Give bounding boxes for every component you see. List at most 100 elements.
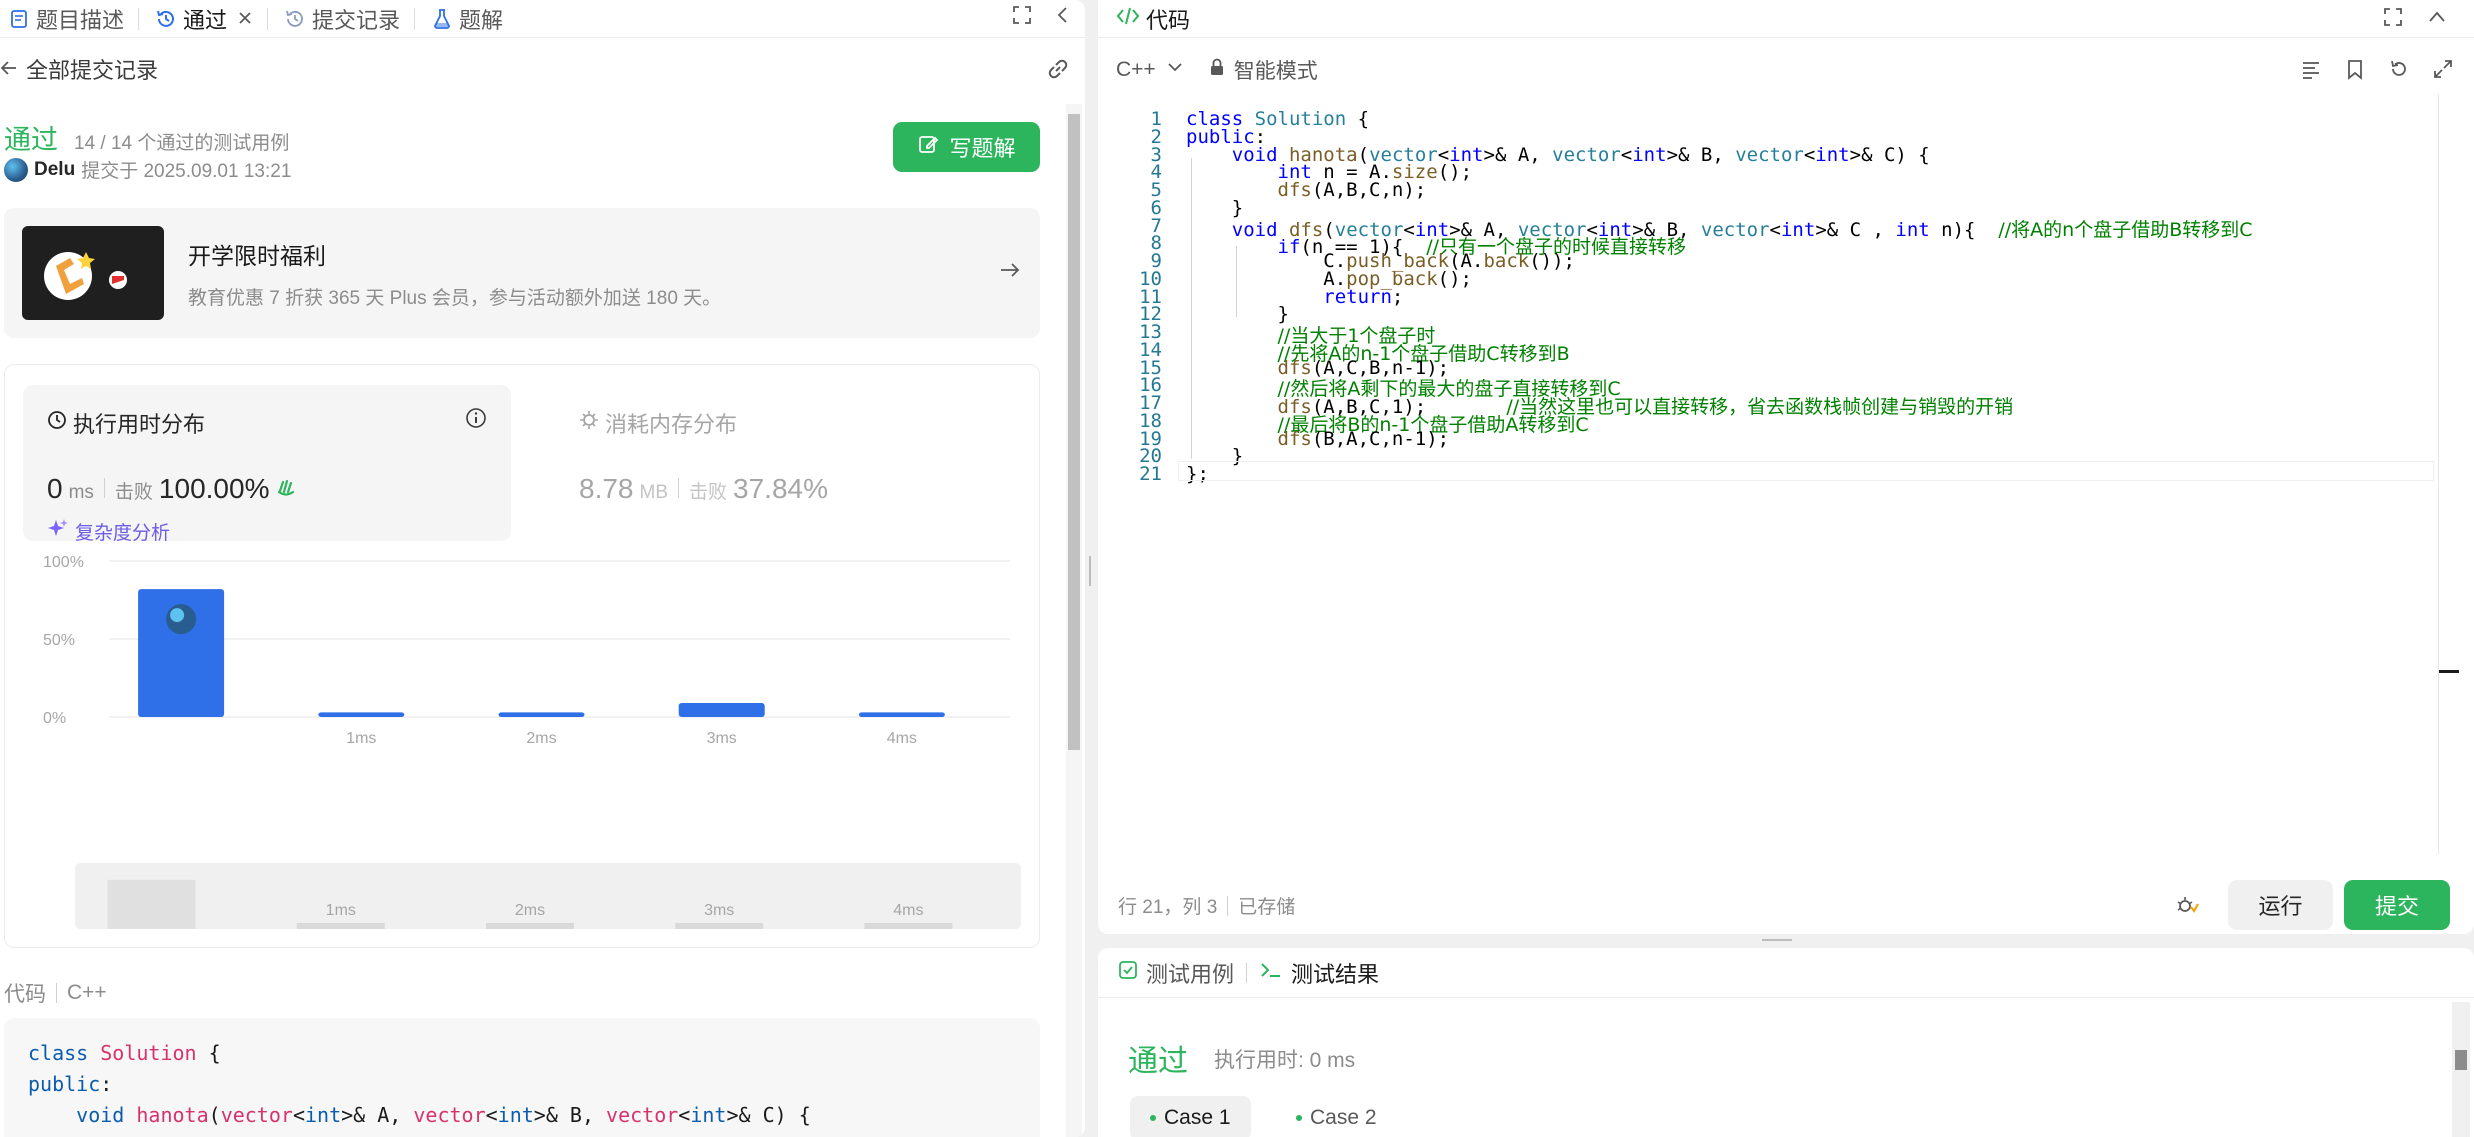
left-scrollbar[interactable]	[1066, 104, 1082, 1137]
collapse-left-icon[interactable]	[1055, 4, 1071, 32]
runtime-bar[interactable]	[318, 712, 405, 717]
format-icon[interactable]	[2300, 58, 2322, 86]
indent-guide	[1191, 228, 1192, 460]
back-arrow-icon[interactable]	[0, 56, 16, 82]
memory-value: 8.78	[579, 473, 634, 504]
language-select[interactable]: C++	[1116, 58, 1184, 82]
splitter-grip	[1089, 556, 1091, 586]
promo-image	[22, 226, 164, 320]
code-editor-panel: 代码 C++ 智能模式 1 class Solution {2 public:…	[1098, 0, 2474, 934]
pass-dot	[1296, 1115, 1302, 1121]
code-editor[interactable]: 1 class Solution {2 public: 3 void hanota(v…	[1098, 108, 2474, 714]
tab-divider	[414, 7, 416, 30]
tab-test-result[interactable]: 测试结果	[1259, 957, 1379, 989]
run-button[interactable]: 运行	[2228, 880, 2333, 930]
submit-button[interactable]: 提交	[2344, 880, 2450, 930]
debug-icon[interactable]	[2174, 893, 2200, 924]
memory-card[interactable]: 消耗内存分布 8.78 MB 击败 37.84%	[555, 385, 1015, 541]
x-tick-label: 1ms	[346, 730, 376, 747]
description-icon	[6, 6, 32, 32]
code-language-row: 代码 C++	[4, 978, 107, 1008]
submitted-code-preview: class Solution {public: void hanota(vect…	[4, 1018, 1040, 1137]
all-submissions-link[interactable]: 全部提交记录	[26, 53, 158, 85]
tab-accepted[interactable]: 通过	[147, 0, 259, 38]
runtime-card[interactable]: 执行用时分布 0 ms 击败 100.00% 复杂度分析	[23, 385, 511, 544]
link-icon[interactable]	[1045, 56, 1071, 88]
case-tab-1[interactable]: Case 1	[1130, 1096, 1251, 1137]
tab-label: 测试结果	[1291, 961, 1380, 987]
tab-description[interactable]: 题目描述	[0, 0, 130, 38]
test-scrollbar[interactable]	[2452, 1002, 2470, 1137]
cursor-marker	[2439, 670, 2459, 673]
bookmark-icon[interactable]	[2344, 58, 2366, 86]
range-bar	[296, 923, 385, 929]
save-status: 已存储	[1238, 897, 1296, 918]
info-icon[interactable]	[465, 407, 487, 434]
x-tick-label: 3ms	[707, 730, 737, 747]
checkbox-icon	[1118, 960, 1138, 986]
chevron-up-icon[interactable]	[2426, 6, 2448, 34]
editor-scrollbar[interactable]	[2438, 94, 2459, 854]
code-line: public:	[28, 1072, 113, 1096]
promo-banner[interactable]: 开学限时福利 教育优惠 7 折获 365 天 Plus 会员，参与活动额外加送 …	[4, 208, 1040, 338]
memory-beat-value: 37.84%	[733, 473, 828, 504]
performance-stats: 执行用时分布 0 ms 击败 100.00% 复杂度分析 消耗内存分布 8.78…	[4, 364, 1040, 948]
tab-label: 测试用例	[1146, 961, 1235, 987]
scroll-thumb[interactable]	[1068, 114, 1080, 750]
sparkle-icon	[47, 517, 69, 545]
submission-panel: 题目描述 通过 提交记录 题解 全部提交记录 通过 14 / 14 个通过的测试…	[0, 0, 1085, 1137]
chart-range-selector[interactable]: 1ms 2ms 3ms 4ms	[75, 863, 1021, 929]
range-bar	[107, 879, 196, 929]
chip-icon	[579, 410, 599, 436]
runtime-title: 执行用时分布	[73, 412, 206, 437]
edit-icon	[917, 133, 939, 161]
horizontal-splitter[interactable]	[1098, 934, 2474, 948]
memory-beat-label: 击败	[689, 482, 728, 503]
range-mini-chart: 1ms 2ms 3ms 4ms	[107, 879, 953, 929]
runtime-bar[interactable]	[858, 712, 945, 717]
language-value: C++	[1116, 58, 1156, 81]
memory-value-row: 8.78 MB 击败 37.84%	[579, 473, 828, 505]
close-icon[interactable]	[237, 6, 253, 32]
runtime-beat-label: 击败	[114, 482, 153, 503]
splitter-grip	[1762, 939, 1792, 941]
write-solution-button[interactable]: 写题解	[893, 122, 1040, 172]
case-tab-2[interactable]: Case 2	[1276, 1096, 1397, 1137]
expand-icon[interactable]	[2432, 58, 2454, 86]
tab-test-cases[interactable]: 测试用例	[1118, 957, 1234, 989]
avatar[interactable]	[4, 157, 28, 182]
y-tick-label: 0%	[43, 710, 66, 727]
fullscreen-icon[interactable]	[2382, 6, 2404, 34]
case-label: Case 1	[1164, 1106, 1231, 1129]
runtime-bar[interactable]	[498, 712, 585, 717]
x-tick-label: 2ms	[526, 730, 556, 747]
runtime-beat-value: 100.00%	[158, 473, 270, 504]
y-tick-label: 100%	[43, 554, 84, 571]
runtime-unit: ms	[68, 482, 94, 503]
tab-solutions[interactable]: 题解	[423, 0, 509, 38]
test-runtime: 执行用时: 0 ms	[1214, 1049, 1356, 1072]
clock-icon	[282, 6, 308, 32]
smart-mode-toggle[interactable]: 智能模式	[1208, 55, 1318, 85]
reset-icon[interactable]	[2388, 58, 2410, 86]
runtime-distribution-chart[interactable]: 100% 50% 0% 1ms 2ms 3ms 4ms	[35, 553, 1015, 763]
vertical-splitter[interactable]	[1085, 0, 1095, 1137]
editor-status: 行 21，列 3 已存储	[1118, 892, 1295, 919]
user-name[interactable]: Delu	[34, 159, 75, 181]
range-tick-label: 4ms	[893, 902, 923, 919]
chevron-down-icon	[1166, 58, 1184, 82]
submission-subbar: 全部提交记录	[0, 44, 1085, 94]
scroll-thumb[interactable]	[2455, 1050, 2467, 1070]
tab-submissions[interactable]: 提交记录	[276, 0, 406, 38]
tab-label: 题目描述	[36, 7, 125, 33]
tab-label: 提交记录	[312, 7, 401, 33]
test-tab-bar: 测试用例 测试结果	[1098, 948, 2474, 998]
arrow-right-icon	[998, 258, 1022, 287]
tab-divider	[138, 7, 140, 30]
clock-icon	[47, 410, 67, 436]
complexity-analysis-link[interactable]: 复杂度分析	[47, 517, 170, 545]
runtime-bar[interactable]	[678, 702, 765, 717]
fullscreen-icon[interactable]	[1011, 4, 1033, 32]
write-solution-label: 写题解	[949, 136, 1016, 161]
terminal-icon	[1259, 960, 1283, 986]
